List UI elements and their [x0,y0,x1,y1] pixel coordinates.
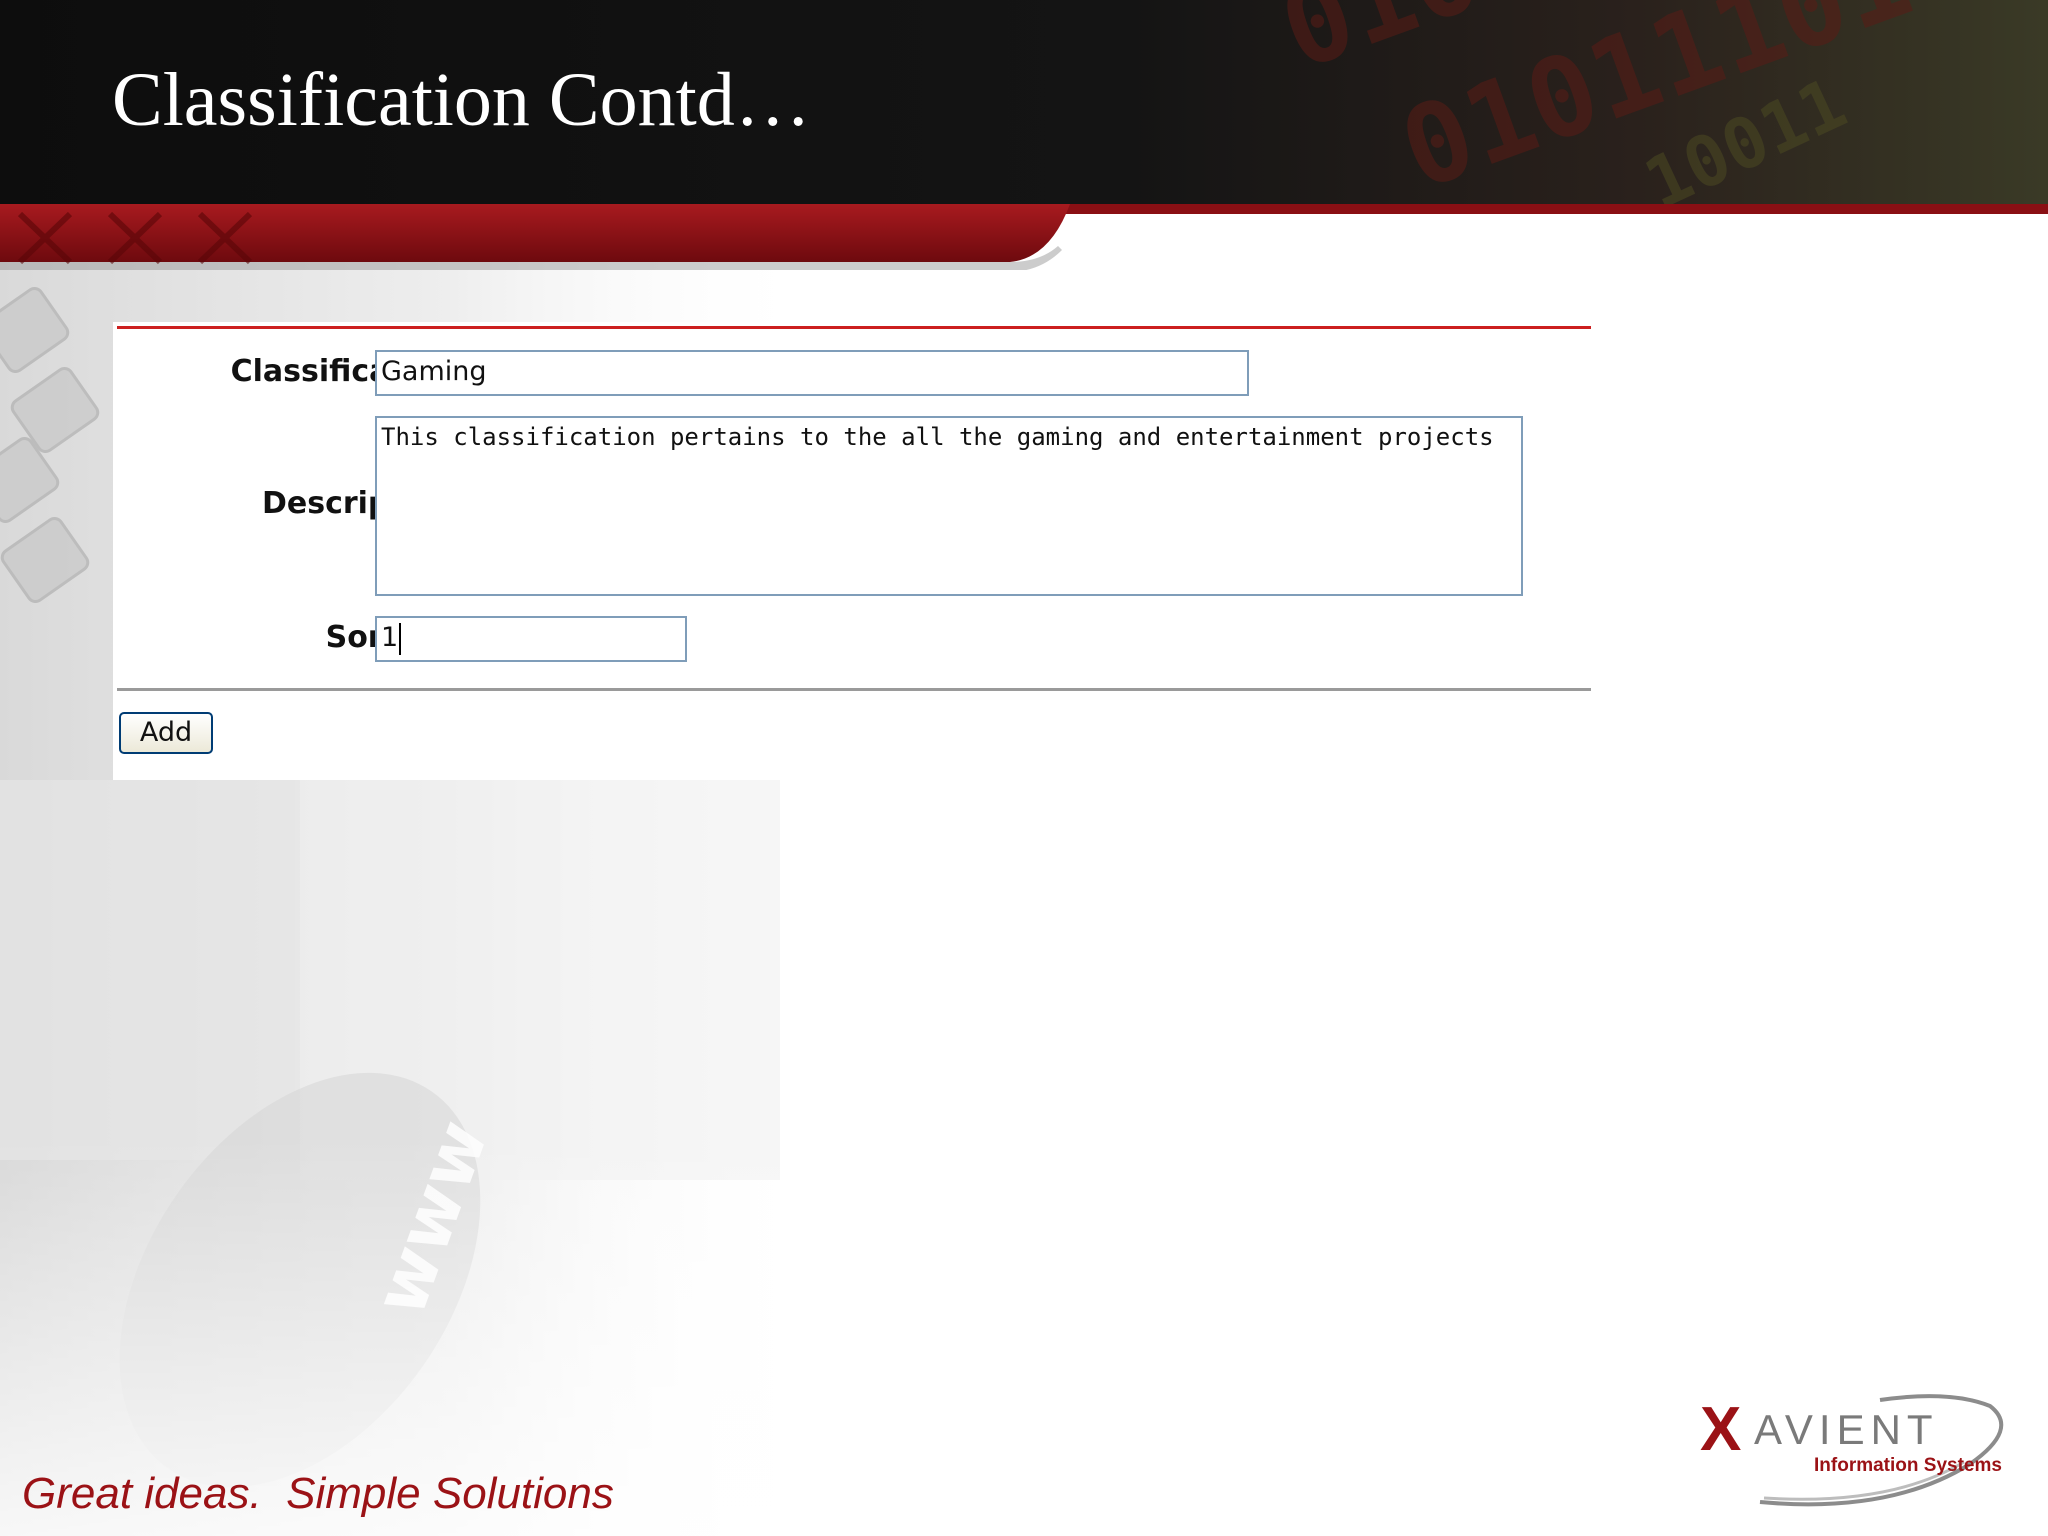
logo-wordmark: AVIENT [1754,1406,1939,1453]
classification-input[interactable]: Gaming [375,350,1249,396]
slide-header: 0101 01011101 10011 Classification Contd… [0,0,2048,270]
form-bottom-divider [117,688,1591,691]
company-logo: X AVIENT Information Systems [1690,1384,2030,1514]
form-top-divider [117,326,1591,329]
logo-mark: X [1700,1395,1742,1464]
sortkey-value: 1 [381,622,399,653]
logo-subtitle: Information Systems [1814,1455,2002,1476]
slide-title: Classification Contd… [112,58,811,142]
text-caret [399,622,402,655]
footer-tagline: Great ideas. Simple Solutions [22,1469,614,1518]
sortkey-input[interactable]: 1 [375,616,687,662]
add-button[interactable]: Add [119,712,213,754]
description-textarea[interactable]: This classification pertains to the all … [375,416,1523,596]
classification-form: Classification: Gaming Description: This… [113,322,1593,780]
